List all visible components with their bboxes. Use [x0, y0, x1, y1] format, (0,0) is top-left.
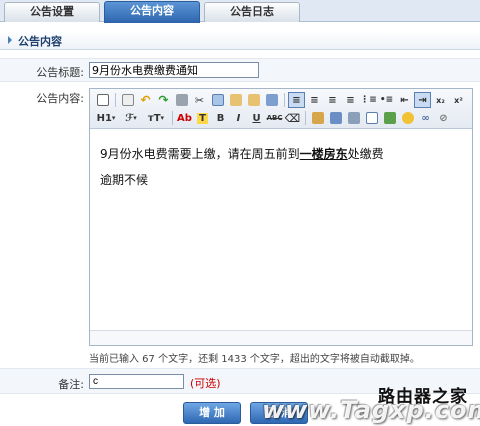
flash-icon[interactable]	[327, 110, 344, 126]
outdent-icon[interactable]: ⇤	[396, 92, 413, 108]
italic-button[interactable]: I	[230, 110, 247, 126]
section-header: 公告内容	[0, 30, 480, 50]
fullscreen-icon[interactable]	[119, 92, 136, 108]
note-input[interactable]	[89, 374, 184, 389]
tab-notice-content[interactable]: 公告内容	[104, 1, 200, 23]
image-icon[interactable]	[309, 110, 326, 126]
highlight-color-icon[interactable]: T	[194, 110, 211, 126]
cut-icon[interactable]: ✂	[191, 92, 208, 108]
title-input[interactable]	[89, 62, 259, 78]
heading-dropdown[interactable]: H1 ▾	[94, 110, 118, 126]
editor-resize-bar[interactable]	[90, 330, 472, 345]
tab-bar: 公告设置 公告内容 公告日志	[0, 0, 480, 23]
add-button[interactable]: 增 加	[183, 402, 241, 424]
arrow-right-icon	[8, 36, 12, 44]
title-label: 公告标题:	[36, 66, 84, 79]
unlink-icon[interactable]: ⊘	[435, 110, 452, 126]
paste-icon[interactable]	[227, 92, 244, 108]
undo-icon[interactable]: ↶	[137, 92, 154, 108]
print-icon[interactable]	[173, 92, 190, 108]
underline-button[interactable]: U	[248, 110, 265, 126]
tab-notice-log[interactable]: 公告日志	[204, 2, 300, 22]
font-size-dropdown[interactable]: тT ▾	[144, 110, 168, 126]
indent-icon[interactable]: ⇥	[414, 92, 431, 108]
subscript-icon[interactable]: x₂	[432, 92, 449, 108]
content-line-2: 逾期不候	[100, 173, 149, 187]
note-optional-hint: (可选)	[190, 377, 221, 390]
paste-word-icon[interactable]	[263, 92, 280, 108]
link-icon[interactable]: ∞	[417, 110, 434, 126]
editor-toolbar: ↶ ↷ ✂ ≡ ≡ ≡ ≡ ⋮≡ •≡ ⇤ ⇥ x₂ x² H1 ▾ ℱ ▾ тT ▾…	[90, 89, 472, 129]
clear-format-icon[interactable]: ⌫	[284, 110, 301, 126]
strikethrough-button[interactable]: ABC	[266, 110, 283, 126]
character-counter: 当前已输入 67 个文字，还剩 1433 个文字，超出的文字将被自动截取掉。	[89, 354, 420, 365]
note-label: 备注:	[58, 378, 84, 391]
watermark-url-text: www.Tagxp.com	[262, 396, 480, 424]
table-icon[interactable]	[363, 110, 380, 126]
tab-notice-settings[interactable]: 公告设置	[4, 2, 100, 22]
redo-icon[interactable]: ↷	[155, 92, 172, 108]
align-left-icon[interactable]: ≡	[288, 92, 305, 108]
source-icon[interactable]	[94, 92, 111, 108]
rich-text-editor[interactable]: ↶ ↷ ✂ ≡ ≡ ≡ ≡ ⋮≡ •≡ ⇤ ⇥ x₂ x² H1 ▾ ℱ ▾ тT ▾…	[89, 88, 473, 346]
copy-icon[interactable]	[209, 92, 226, 108]
unordered-list-icon[interactable]: •≡	[378, 92, 395, 108]
section-title: 公告内容	[18, 35, 62, 48]
content-label: 公告内容:	[36, 92, 84, 105]
align-justify-icon[interactable]: ≡	[342, 92, 359, 108]
font-family-dropdown[interactable]: ℱ ▾	[119, 110, 143, 126]
editor-content-area[interactable]: 9月份水电费需要上缴，请在周五前到一楼房东处缴费 逾期不候	[90, 130, 472, 330]
content-line-1: 9月份水电费需要上缴，请在周五前到一楼房东处缴费	[100, 147, 384, 161]
emoticon-icon[interactable]	[399, 110, 416, 126]
align-center-icon[interactable]: ≡	[306, 92, 323, 108]
media-icon[interactable]	[345, 110, 362, 126]
font-color-icon[interactable]: Ab	[176, 110, 193, 126]
bold-button[interactable]: B	[212, 110, 229, 126]
paste-text-icon[interactable]	[245, 92, 262, 108]
align-right-icon[interactable]: ≡	[324, 92, 341, 108]
ordered-list-icon[interactable]: ⋮≡	[360, 92, 377, 108]
hr-icon[interactable]	[381, 110, 398, 126]
superscript-icon[interactable]: x²	[450, 92, 467, 108]
